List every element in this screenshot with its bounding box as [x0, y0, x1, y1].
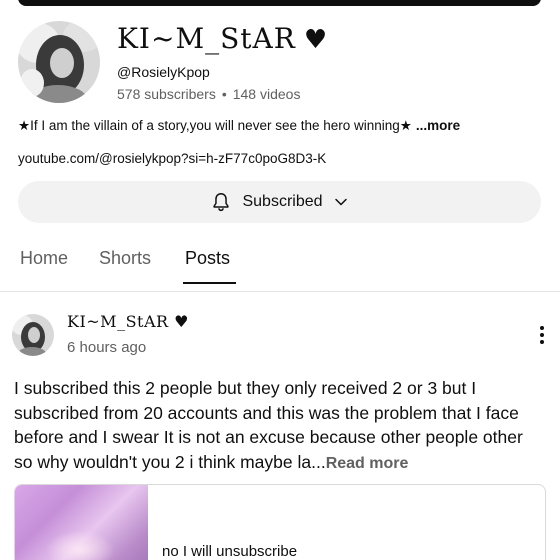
separator-dot: •	[221, 86, 227, 102]
subscriber-count: 578 subscribers	[117, 86, 216, 102]
channel-stats: 578 subscribers • 148 videos	[117, 86, 300, 102]
more-vert-icon[interactable]	[533, 322, 551, 348]
heart-icon: ♥	[303, 25, 329, 55]
top-bar	[18, 0, 541, 6]
avatar-image	[18, 21, 100, 103]
attachment-thumbnail	[15, 485, 148, 560]
post-author-avatar[interactable]	[12, 314, 54, 356]
channel-avatar[interactable]	[18, 21, 100, 103]
subscribed-label: Subscribed	[242, 193, 323, 210]
channel-page: KI~M_StAR ♥ @RosielyKpop 578 subscribers •…	[0, 0, 560, 560]
channel-tabs: Home Shorts Posts	[0, 238, 560, 286]
menu-dot	[540, 326, 544, 330]
bell-icon	[213, 193, 230, 212]
post-author-name[interactable]: KI~M_StAR ♥	[67, 312, 189, 331]
post-avatar-image	[12, 314, 54, 356]
read-more-link[interactable]: Read more	[326, 455, 409, 472]
tab-shorts[interactable]: Shorts	[99, 248, 151, 269]
menu-dot	[540, 340, 544, 344]
channel-name: KI~M_StAR ♥	[117, 22, 328, 55]
post-author-text: KI~M_StAR	[67, 312, 169, 331]
tab-home[interactable]: Home	[20, 248, 68, 269]
channel-handle: @RosielyKpop	[117, 64, 210, 80]
active-tab-indicator	[183, 282, 236, 284]
chevron-down-icon	[334, 198, 347, 206]
channel-link[interactable]: youtube.com/@rosielykpop?si=h-zF77c0poG8…	[18, 151, 326, 166]
menu-dot	[540, 333, 544, 337]
tabs-divider	[0, 291, 560, 292]
post-body-text: I subscribed this 2 people but they only…	[14, 378, 523, 472]
tab-posts[interactable]: Posts	[185, 248, 230, 269]
channel-description[interactable]: ★If I am the villain of a story,you will…	[18, 118, 460, 134]
post-timestamp: 6 hours ago	[67, 339, 147, 356]
more-link[interactable]: ...more	[416, 118, 460, 133]
channel-name-text: KI~M_StAR	[117, 22, 296, 55]
video-count: 148 videos	[232, 86, 301, 102]
post-attachment-card[interactable]: no I will unsubscribe	[14, 484, 546, 560]
subscribed-button[interactable]: Subscribed	[18, 181, 541, 223]
description-text: ★If I am the villain of a story,you will…	[18, 118, 412, 133]
poll-option[interactable]: no I will unsubscribe	[162, 543, 297, 560]
post-body: I subscribed this 2 people but they only…	[14, 376, 544, 476]
heart-icon: ♥	[174, 312, 189, 331]
